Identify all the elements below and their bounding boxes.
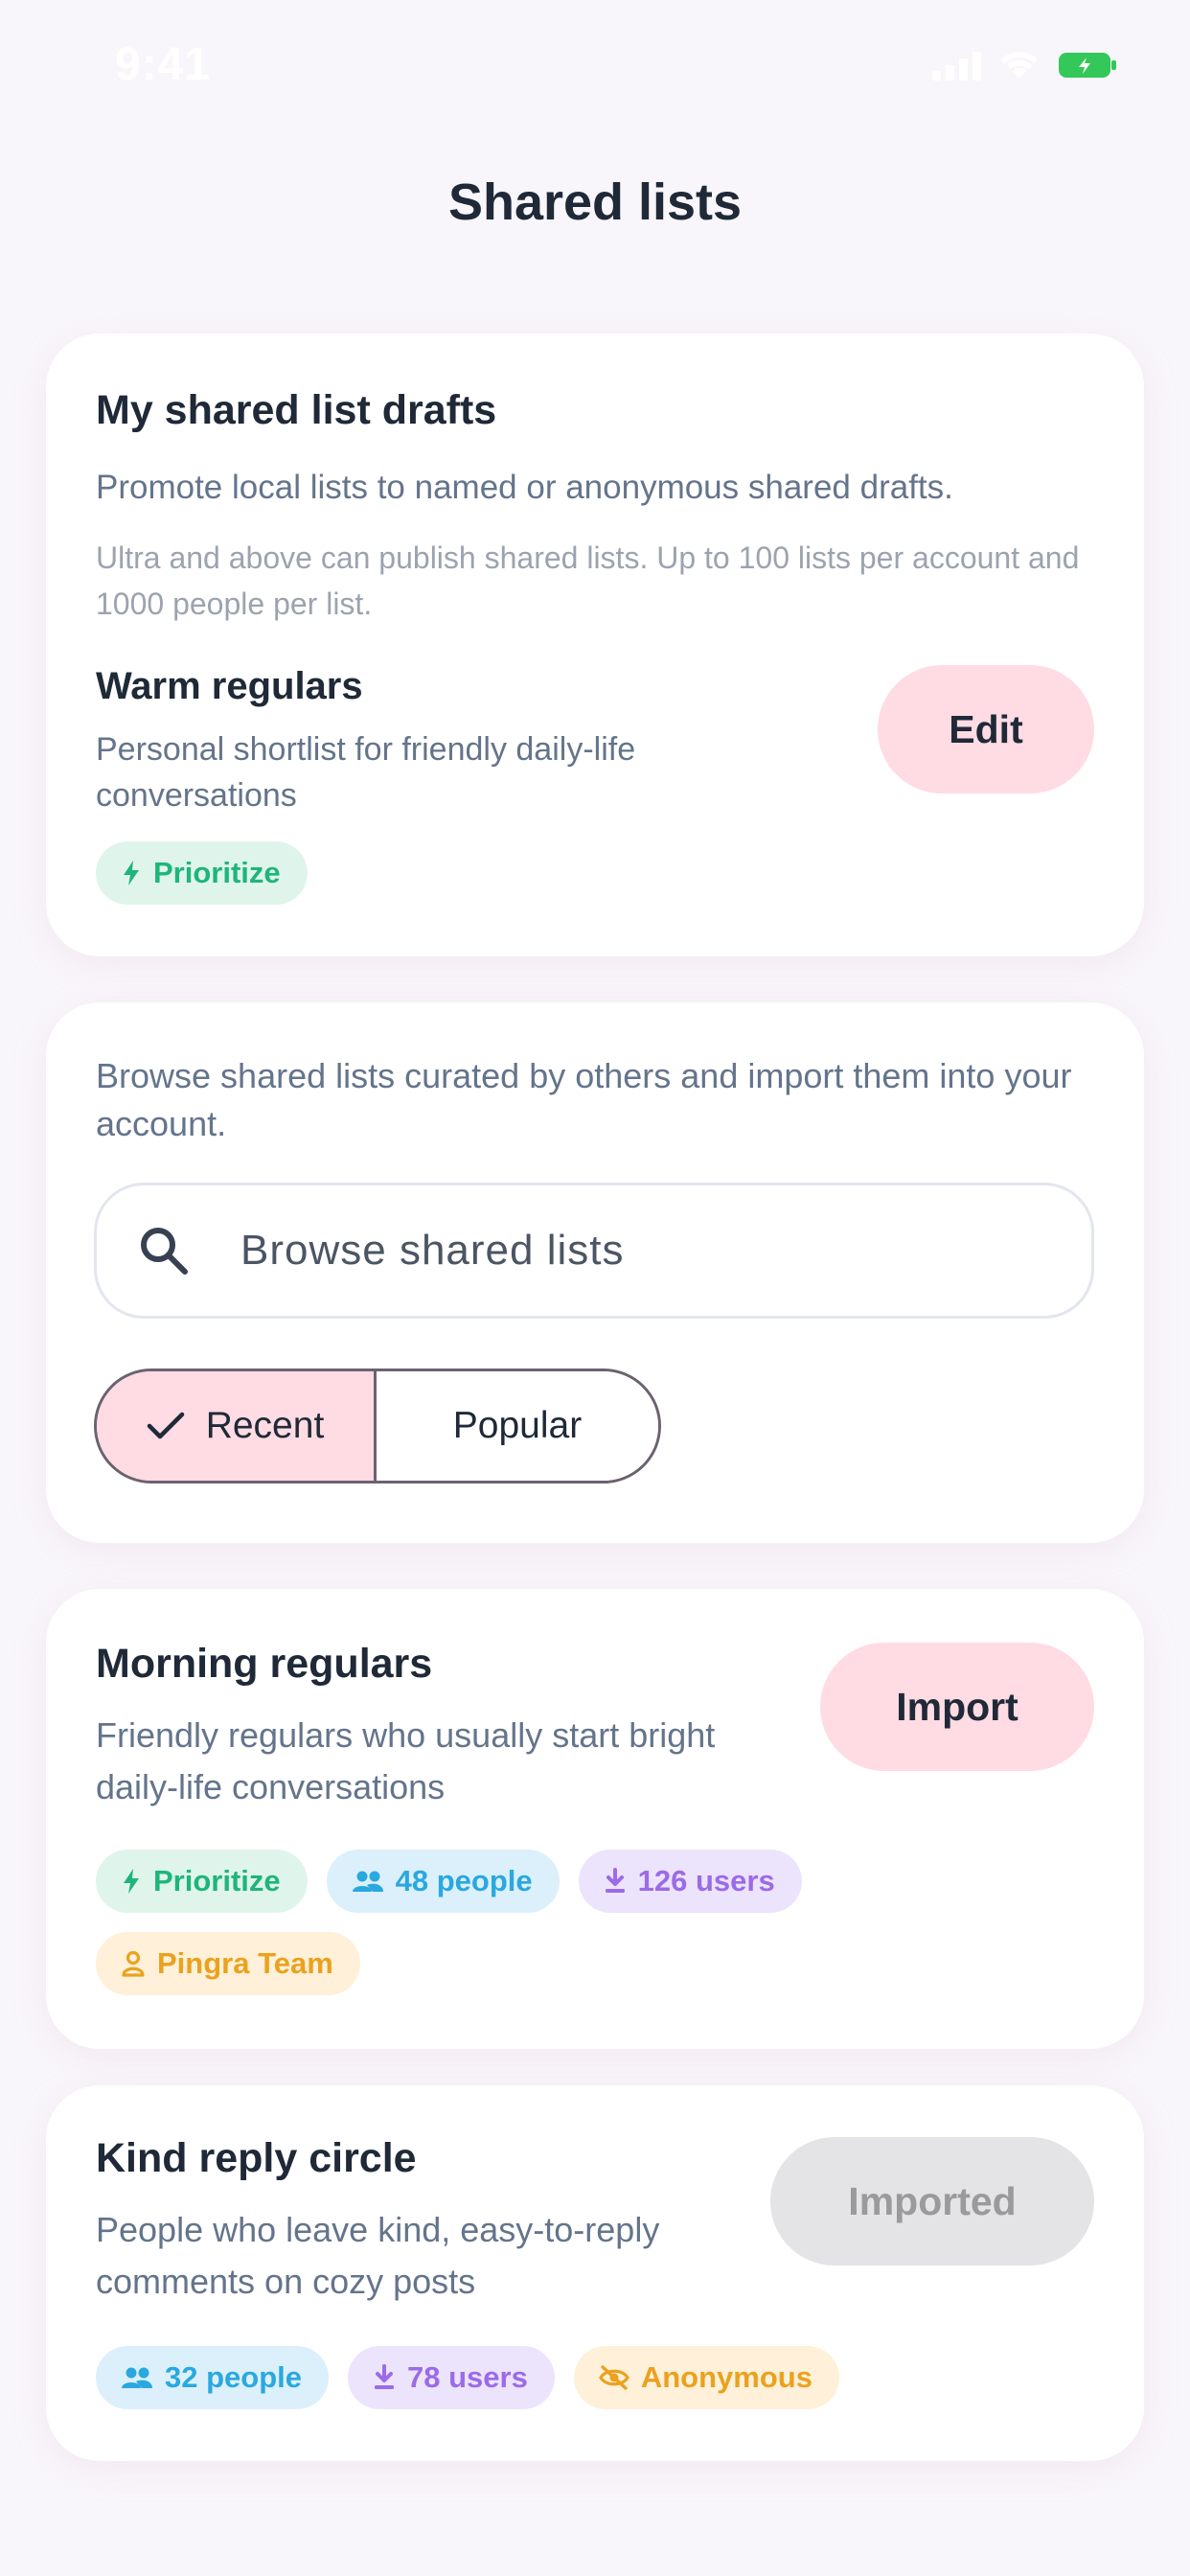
list-chips: Prioritize 48 people 126 users Pingra Te… — [96, 1850, 920, 1995]
eye-off-icon — [598, 2365, 629, 2390]
battery-icon — [1058, 51, 1117, 80]
list-title: Kind reply circle — [96, 2135, 417, 2181]
search-field[interactable] — [94, 1183, 1094, 1319]
people-count-chip: 48 people — [326, 1850, 560, 1913]
sort-recent-label: Recent — [205, 1405, 325, 1446]
page-title: Shared lists — [447, 173, 743, 231]
prioritize-label: Prioritize — [153, 1864, 281, 1898]
browse-description: Browse shared lists curated by others an… — [96, 1056, 1072, 1143]
visibility-chip: Anonymous — [573, 2346, 839, 2409]
sort-popular-button[interactable]: Popular — [377, 1371, 658, 1481]
import-button[interactable]: Import — [820, 1643, 1094, 1771]
wifi-icon — [998, 50, 1041, 80]
download-icon — [375, 2364, 394, 2389]
status-time: 9:41 — [115, 39, 212, 90]
users-count-chip: 78 users — [348, 2346, 555, 2409]
person-icon — [122, 1950, 145, 1977]
check-icon — [147, 1412, 184, 1439]
draft-item-title: Warm regulars — [96, 665, 363, 707]
list-description: Friendly regulars who usually start brig… — [96, 1715, 716, 1806]
author-chip: Pingra Team — [96, 1932, 360, 1995]
visibility-label: Anonymous — [640, 2360, 812, 2394]
users-count-label: 126 users — [637, 1864, 775, 1898]
list-title: Morning regulars — [96, 1641, 433, 1687]
drafts-title: My shared list drafts — [96, 387, 497, 433]
status-icons — [932, 50, 1117, 80]
sort-recent-button[interactable]: Recent — [97, 1371, 377, 1481]
author-label: Pingra Team — [157, 1946, 333, 1980]
users-count-chip: 126 users — [578, 1850, 802, 1913]
sort-popular-label: Popular — [452, 1405, 583, 1446]
prioritize-chip: Prioritize — [96, 841, 308, 905]
signal-icon — [932, 50, 981, 80]
status-bar: 9:41 — [0, 0, 1190, 134]
people-count-chip: 32 people — [96, 2346, 329, 2409]
browse-card: Browse shared lists curated by others an… — [46, 1002, 1144, 1543]
people-icon — [352, 1871, 383, 1892]
download-icon — [605, 1868, 625, 1893]
imported-button: Imported — [770, 2137, 1094, 2266]
search-input[interactable] — [240, 1185, 1064, 1316]
people-icon — [122, 2367, 152, 2388]
draft-item-description: Personal shortlist for friendly daily-li… — [96, 731, 636, 814]
users-count-label: 78 users — [407, 2360, 528, 2394]
drafts-note: Ultra and above can publish shared lists… — [96, 540, 1080, 621]
search-icon — [141, 1228, 188, 1275]
people-count-label: 48 people — [395, 1864, 533, 1898]
sort-toggle: Recent Popular — [94, 1368, 661, 1484]
shared-list-card: Morning regulars Friendly regulars who u… — [46, 1589, 1144, 2049]
edit-button[interactable]: Edit — [878, 665, 1094, 794]
drafts-card: My shared list drafts Promote local list… — [46, 334, 1144, 956]
draft-item-chips: Prioritize — [96, 841, 308, 905]
bolt-icon — [124, 861, 139, 886]
shared-list-card: Kind reply circle People who leave kind,… — [46, 2085, 1144, 2461]
bolt-icon — [124, 1869, 139, 1894]
prioritize-chip: Prioritize — [96, 1850, 308, 1913]
drafts-description: Promote local lists to named or anonymou… — [96, 469, 953, 506]
people-count-label: 32 people — [165, 2360, 302, 2394]
list-description: People who leave kind, easy-to-reply com… — [96, 2210, 660, 2301]
list-chips: 32 people 78 users Anonymous — [96, 2346, 839, 2409]
prioritize-label: Prioritize — [153, 856, 281, 889]
